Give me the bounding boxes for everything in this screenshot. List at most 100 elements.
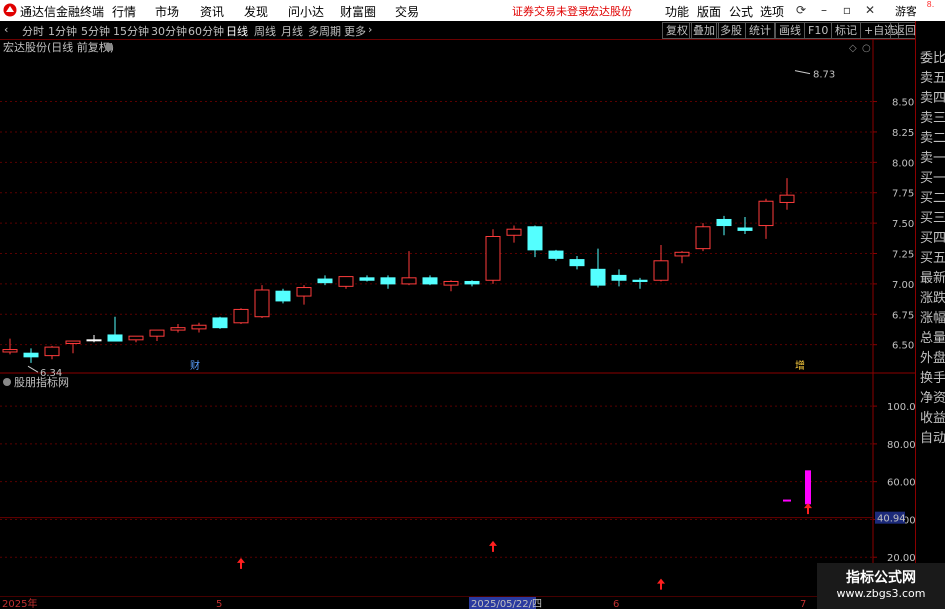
menu-item-function[interactable]: 功能 xyxy=(665,3,689,20)
candle-body[interactable] xyxy=(191,324,207,330)
candle-body[interactable] xyxy=(506,228,522,236)
candle-body[interactable] xyxy=(149,329,165,337)
quote-item[interactable]: 买一 xyxy=(920,167,945,186)
candle-body[interactable] xyxy=(485,235,501,281)
menu-item-market[interactable]: 市场 xyxy=(155,3,179,20)
period-multi[interactable]: 多周期 xyxy=(308,23,341,39)
quote-item[interactable]: 净资 xyxy=(920,387,945,406)
period-intraday[interactable]: 分时 xyxy=(22,23,44,39)
quote-item[interactable]: 涨跌 xyxy=(920,287,945,306)
quote-item[interactable]: 最新 xyxy=(920,267,945,286)
menu-item-news[interactable]: 资讯 xyxy=(200,3,224,20)
candle-body[interactable] xyxy=(170,327,186,331)
chevron-down-icon[interactable] xyxy=(3,378,11,386)
indicator-bar[interactable] xyxy=(805,470,811,505)
overlay-button[interactable]: 叠加 xyxy=(689,22,719,39)
quote-item[interactable]: 总量 xyxy=(920,327,945,346)
menu-item-trade[interactable]: 交易 xyxy=(395,3,419,20)
candle-body[interactable] xyxy=(380,277,396,285)
candle-body[interactable] xyxy=(695,226,711,250)
candle-body[interactable] xyxy=(548,250,564,259)
candle-body[interactable] xyxy=(212,317,228,329)
candle-body[interactable] xyxy=(716,218,732,227)
menu-item-options[interactable]: 选项 xyxy=(760,3,784,20)
quote-item[interactable]: 收益 xyxy=(920,407,945,426)
period-weekly[interactable]: 周线 xyxy=(254,23,276,39)
kline-chart[interactable]: 宏达股份(日线 前复权) ◇ ○ 6.50 6.75 7.00 7.25 7.50 7.7… xyxy=(0,39,915,609)
refresh-icon[interactable]: ⟳ xyxy=(792,1,810,19)
period-daily[interactable]: 日线 xyxy=(226,23,248,39)
maximize-icon[interactable]: ▫ xyxy=(838,1,856,19)
candle-body[interactable] xyxy=(737,227,753,231)
candle-body[interactable] xyxy=(317,278,333,284)
candle-body[interactable] xyxy=(275,290,291,302)
candle-body[interactable] xyxy=(86,339,102,342)
candle-body[interactable] xyxy=(296,287,312,297)
multi-stock-button[interactable]: 多股 xyxy=(716,22,746,39)
chevron-right-icon[interactable]: › xyxy=(368,23,372,36)
period-30min[interactable]: 30分钟 xyxy=(151,23,187,39)
candle-body[interactable] xyxy=(23,352,39,358)
candle-body[interactable] xyxy=(422,277,438,285)
candle-body[interactable] xyxy=(107,334,123,342)
mark-button[interactable]: 标记 xyxy=(831,22,861,39)
menu-item-formula[interactable]: 公式 xyxy=(729,3,753,20)
period-60min[interactable]: 60分钟 xyxy=(188,23,224,39)
menu-item-ask[interactable]: 问小达 xyxy=(288,3,324,20)
period-15min[interactable]: 15分钟 xyxy=(113,23,149,39)
candle-body[interactable] xyxy=(653,260,669,281)
menu-item-quotes[interactable]: 行情 xyxy=(112,3,136,20)
period-more[interactable]: 更多 xyxy=(344,23,366,39)
quote-item[interactable]: 卖五 xyxy=(920,67,945,86)
close-icon[interactable]: ✕ xyxy=(861,1,879,19)
f10-button[interactable]: F10 xyxy=(804,22,833,39)
candle-body[interactable] xyxy=(758,200,774,227)
candle-body[interactable] xyxy=(2,349,18,353)
quote-item[interactable]: 卖四 xyxy=(920,87,945,106)
quote-item[interactable]: 卖二 xyxy=(920,127,945,146)
period-monthly[interactable]: 月线 xyxy=(281,23,303,39)
quote-item[interactable]: 买三 xyxy=(920,207,945,226)
candle-body[interactable] xyxy=(632,279,648,282)
diamond-icon[interactable]: ◇ xyxy=(849,43,857,54)
quote-item[interactable]: 买五 xyxy=(920,247,945,266)
chevron-down-icon[interactable] xyxy=(105,43,113,51)
candle-body[interactable] xyxy=(233,308,249,324)
menu-item-layout[interactable]: 版面 xyxy=(697,3,721,20)
quote-item[interactable]: 卖三 xyxy=(920,107,945,126)
adjust-button[interactable]: 复权 xyxy=(662,22,692,39)
quote-item[interactable]: 换手 xyxy=(920,367,945,386)
event-marker-finance[interactable]: 财 xyxy=(190,359,200,372)
draw-button[interactable]: 画线 xyxy=(775,22,805,39)
stats-button[interactable]: 统计 xyxy=(745,22,775,39)
candle-body[interactable] xyxy=(254,289,270,318)
candle-body[interactable] xyxy=(401,277,417,285)
candle-body[interactable] xyxy=(338,276,354,287)
candle-body[interactable] xyxy=(569,259,585,267)
minimize-icon[interactable]: – xyxy=(815,1,833,19)
period-5min[interactable]: 5分钟 xyxy=(81,23,110,39)
candle-body[interactable] xyxy=(44,346,60,357)
period-1min[interactable]: 1分钟 xyxy=(48,23,77,39)
candle-body[interactable] xyxy=(464,280,480,285)
quote-item[interactable]: 买四 xyxy=(920,227,945,246)
quote-item[interactable]: 卖一 xyxy=(920,147,945,166)
quote-item[interactable]: 涨幅 xyxy=(920,307,945,326)
candle-body[interactable] xyxy=(779,194,795,203)
guest-label[interactable]: 游客 xyxy=(895,3,917,19)
quote-item[interactable]: 外盘 xyxy=(920,347,945,366)
candle-body[interactable] xyxy=(674,251,690,257)
menu-item-discover[interactable]: 发现 xyxy=(244,3,268,20)
candle-body[interactable] xyxy=(590,268,606,286)
quote-item[interactable]: 自动 xyxy=(920,427,945,446)
candle-body[interactable] xyxy=(128,335,144,341)
quote-item[interactable]: 委比 xyxy=(920,47,945,66)
event-marker-increase[interactable]: 增 xyxy=(795,359,805,372)
candle-body[interactable] xyxy=(65,340,81,344)
settings-icon[interactable]: ○ xyxy=(862,43,871,54)
login-notice[interactable]: 证券交易未登录 xyxy=(512,3,589,19)
menu-item-wealth[interactable]: 财富圈 xyxy=(340,3,376,20)
quote-item[interactable]: 买二 xyxy=(920,187,945,206)
candle-body[interactable] xyxy=(443,280,459,286)
chevron-left-icon[interactable]: ‹ xyxy=(4,23,8,36)
